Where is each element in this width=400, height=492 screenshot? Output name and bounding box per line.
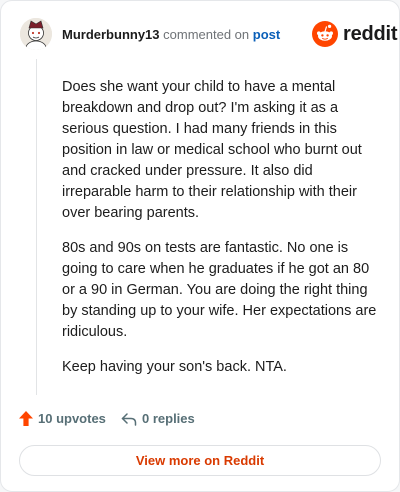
- upvote-count: 10 upvotes: [38, 411, 106, 426]
- username-link[interactable]: Murderbunny13: [62, 27, 160, 42]
- thread-line: [36, 59, 37, 395]
- reddit-logo-icon: [312, 21, 338, 47]
- comment-paragraph: Keep having your son's back. NTA.: [62, 359, 287, 375]
- embedded-comment-card: Murderbunny13 commented on post reddit D…: [0, 0, 400, 492]
- snoo-avatar-icon: [20, 18, 52, 50]
- avatar[interactable]: [20, 18, 52, 50]
- reply-arrow-icon: [121, 412, 137, 426]
- view-more-button[interactable]: View more on Reddit: [19, 445, 381, 476]
- upvote-button[interactable]: 10 upvotes: [19, 411, 106, 426]
- reply-count: 0 replies: [142, 411, 195, 426]
- replies-button[interactable]: 0 replies: [121, 411, 195, 426]
- comment-body: Does she want your child to have a menta…: [62, 77, 380, 392]
- reddit-wordmark: reddit: [343, 22, 398, 45]
- post-link[interactable]: post: [253, 27, 280, 42]
- comment-paragraph: Does she want your child to have a menta…: [62, 79, 362, 221]
- comment-paragraph: 80s and 90s on tests are fantastic. No o…: [62, 240, 377, 340]
- comment-header: Murderbunny13 commented on post: [62, 27, 280, 42]
- upvote-arrow-icon: [19, 411, 33, 426]
- commented-on-text: commented on: [163, 27, 250, 42]
- comment-actions: 10 upvotes 0 replies: [1, 411, 399, 429]
- reddit-brand[interactable]: reddit: [312, 21, 398, 47]
